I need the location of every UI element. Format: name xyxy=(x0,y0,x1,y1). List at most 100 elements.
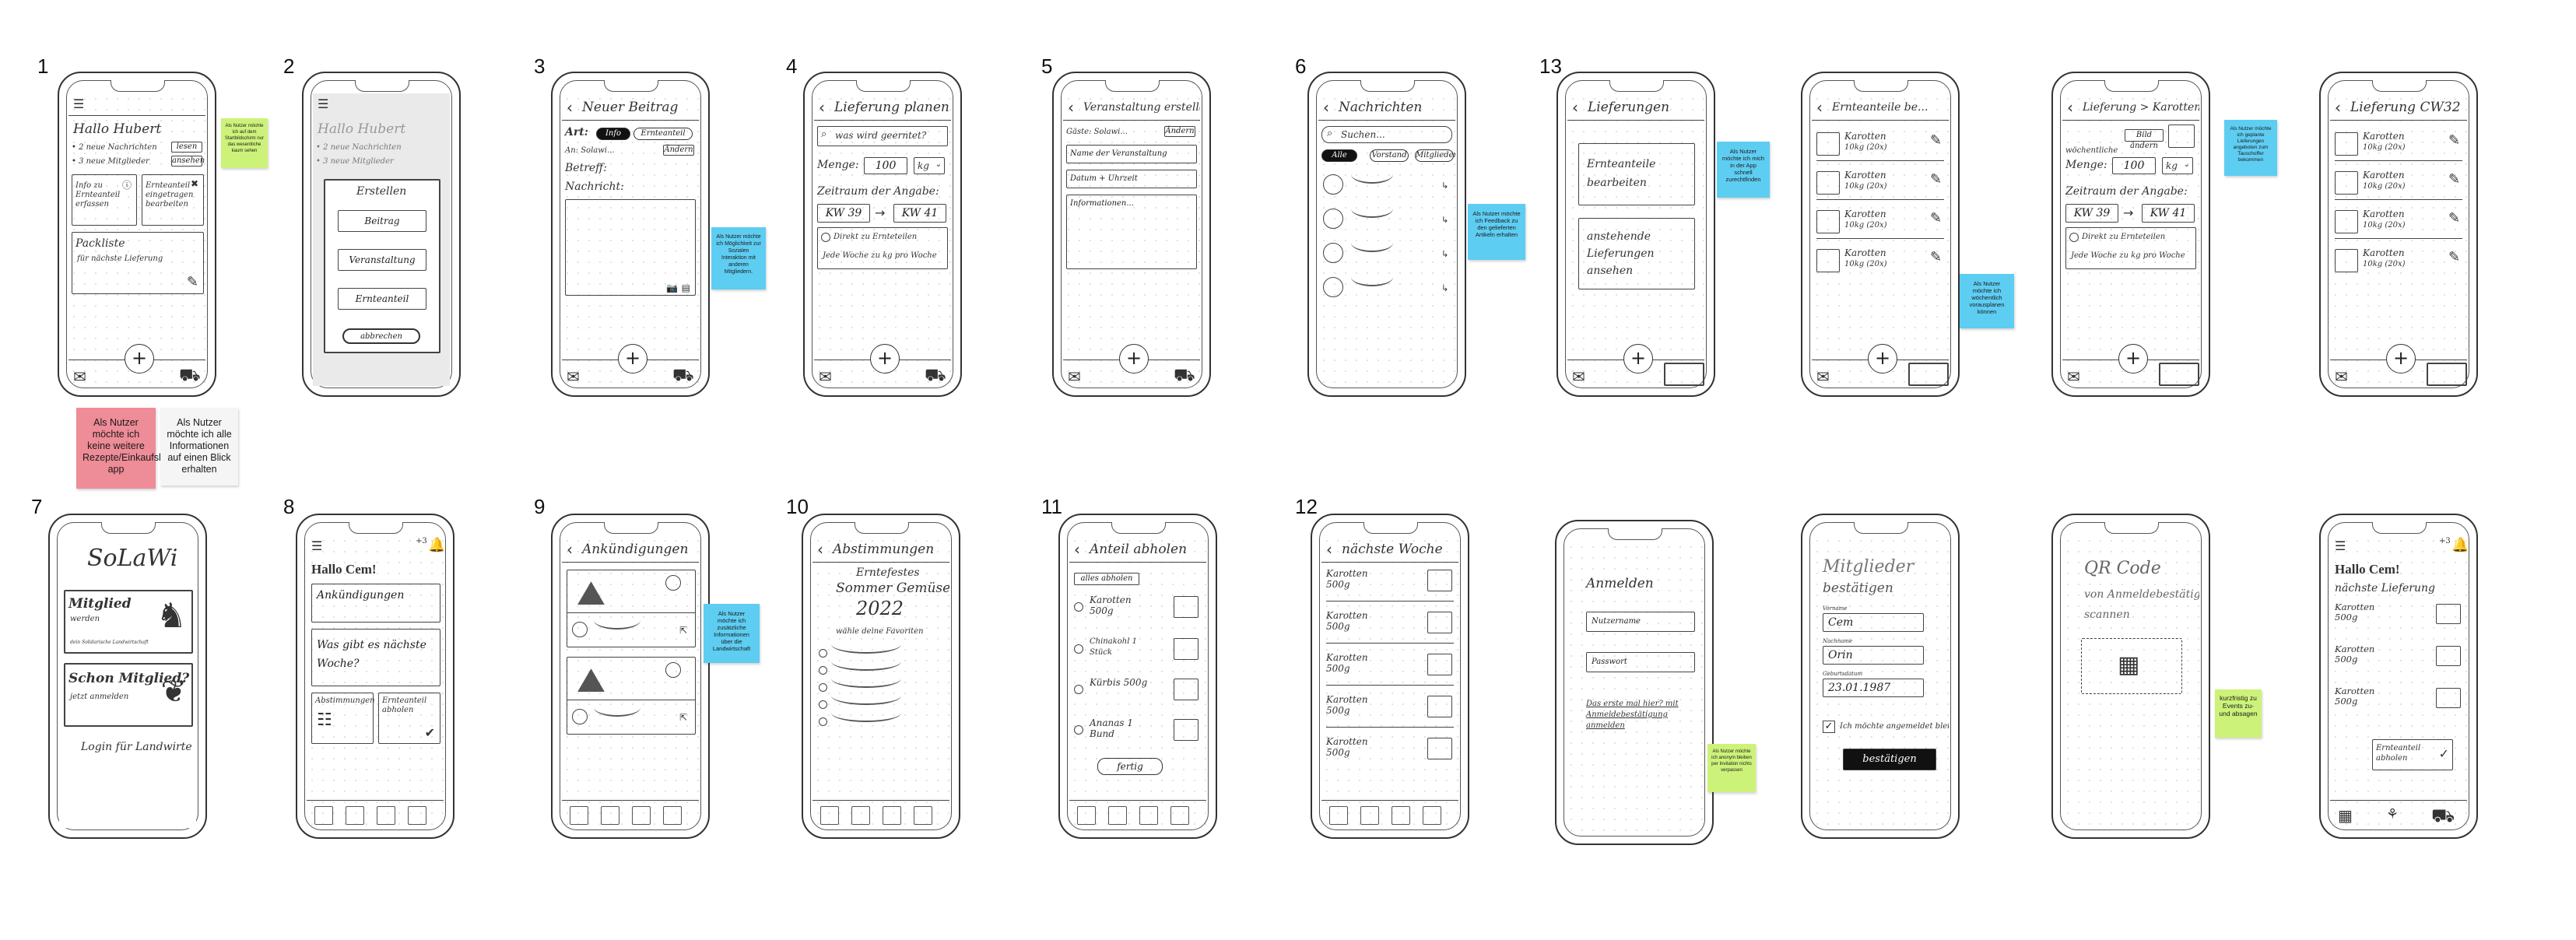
edit-icon[interactable]: ✎ xyxy=(2448,132,2460,149)
create-button[interactable]: + xyxy=(2118,344,2148,374)
farmer-login-link[interactable]: Login für Landwirte xyxy=(81,741,192,753)
pickup-share-card[interactable]: Ernteanteil abholen ✔ xyxy=(378,693,440,744)
back-arrow-icon[interactable]: ‹ xyxy=(817,540,823,559)
reply-icon[interactable]: ↳ xyxy=(1441,215,1448,225)
create-button[interactable]: + xyxy=(618,344,648,374)
vote-option-radio[interactable] xyxy=(819,700,827,709)
harvest-search-input[interactable]: ⌕ was wird geerntet? xyxy=(817,126,948,146)
change-recipients-button[interactable]: Ändern xyxy=(663,145,694,156)
list-item[interactable] xyxy=(1351,174,1393,184)
back-arrow-icon[interactable]: ‹ xyxy=(2067,98,2073,117)
truck-icon[interactable] xyxy=(1664,363,1704,386)
mail-icon[interactable]: ✉ xyxy=(1816,367,1830,386)
bell-icon[interactable]: 🔔 xyxy=(428,537,444,553)
mail-icon[interactable]: ✉ xyxy=(1572,367,1585,386)
vote-option-radio[interactable] xyxy=(819,717,827,726)
chip-harvest-share[interactable]: Ernteanteil xyxy=(633,128,693,140)
event-name-input[interactable]: Name der Veranstaltung xyxy=(1066,145,1197,163)
password-input[interactable]: Passwort xyxy=(1586,652,1695,672)
radio-option[interactable] xyxy=(821,233,830,242)
tab-slot[interactable] xyxy=(851,806,870,825)
announcement-card[interactable]: ⛰ ⇱ xyxy=(567,570,696,647)
read-messages-button[interactable]: lesen xyxy=(171,142,202,153)
week-to-input[interactable]: KW 41 xyxy=(893,204,946,223)
message-search-input[interactable]: ⌕ Suchen... xyxy=(1321,126,1452,143)
tab-slot[interactable] xyxy=(1329,806,1348,825)
announcements-card[interactable]: Ankündigungen xyxy=(311,584,440,623)
tab-all[interactable]: Alle xyxy=(1321,149,1357,162)
create-button[interactable]: + xyxy=(125,344,154,374)
tab-slot[interactable] xyxy=(570,806,588,825)
back-arrow-icon[interactable]: ‹ xyxy=(1816,98,1823,117)
back-arrow-icon[interactable]: ‹ xyxy=(567,540,573,559)
cancel-button[interactable]: abbrechen xyxy=(342,328,420,344)
tab-slot[interactable] xyxy=(1108,806,1127,825)
vote-option-radio[interactable] xyxy=(819,683,827,692)
login-member-card[interactable]: Schon Mitglied? jetzt anmelden ❦ xyxy=(64,663,193,727)
truck-icon[interactable] xyxy=(2427,363,2467,386)
back-arrow-icon[interactable]: ‹ xyxy=(1074,540,1080,559)
message-input[interactable]: 📷 ▤ xyxy=(565,199,696,296)
reply-icon[interactable]: ↳ xyxy=(1441,249,1448,259)
mail-icon[interactable]: ✉ xyxy=(567,367,580,386)
item-radio[interactable] xyxy=(1074,644,1083,654)
next-week-card[interactable]: Was gibt es nächste Woche? xyxy=(311,629,440,686)
mail-icon[interactable]: ✉ xyxy=(2067,367,2080,386)
event-info-input[interactable]: Informationen... xyxy=(1066,195,1197,269)
tab-slot[interactable] xyxy=(408,806,426,825)
edit-harvest-shares-card[interactable]: Ernteanteile bearbeiten xyxy=(1578,143,1695,205)
bell-icon[interactable]: 🔔 xyxy=(2451,537,2467,553)
tab-slot[interactable] xyxy=(601,806,619,825)
firstname-field[interactable]: Cem xyxy=(1823,613,1924,632)
pickup-all-button[interactable]: alles abholen xyxy=(1074,573,1139,585)
back-arrow-icon[interactable]: ‹ xyxy=(1572,98,1578,117)
camera-icon[interactable]: 📷 xyxy=(666,282,678,293)
mail-icon[interactable]: ✉ xyxy=(73,367,86,386)
list-item[interactable] xyxy=(1351,209,1393,218)
week-from-input[interactable]: KW 39 xyxy=(2065,204,2118,223)
tab-slot[interactable] xyxy=(1360,806,1379,825)
create-button[interactable]: + xyxy=(870,344,900,374)
back-arrow-icon[interactable]: ‹ xyxy=(1068,98,1074,117)
tab-slot[interactable] xyxy=(914,806,932,825)
truck-icon[interactable]: ⛟ xyxy=(179,366,201,386)
upcoming-deliveries-card[interactable]: anstehende Lieferungen ansehen xyxy=(1578,218,1695,289)
week-from-input[interactable]: KW 39 xyxy=(817,204,870,223)
edit-icon[interactable]: ✎ xyxy=(1930,210,1942,226)
open-icon[interactable]: ⇱ xyxy=(679,625,687,636)
stay-logged-in-checkbox[interactable]: ✓ xyxy=(1823,721,1835,733)
edit-icon[interactable]: ✎ xyxy=(2448,171,2460,188)
tab-slot[interactable] xyxy=(1077,806,1096,825)
close-icon[interactable]: ✖ xyxy=(191,178,198,189)
vote-option-radio[interactable] xyxy=(819,649,827,658)
item-radio[interactable] xyxy=(1074,602,1083,612)
event-datetime-input[interactable]: Datum + Uhrzeit xyxy=(1066,170,1197,188)
item-radio[interactable] xyxy=(1074,725,1083,735)
announcement-card[interactable]: ⛰ ⇱ xyxy=(567,657,696,735)
truck-icon[interactable] xyxy=(1908,363,1949,386)
edit-icon[interactable]: ✎ xyxy=(1930,249,1942,265)
first-time-link[interactable]: Das erste mal hier? mit Anmeldebestätigu… xyxy=(1586,699,1703,731)
back-arrow-icon[interactable]: ‹ xyxy=(567,98,573,117)
change-guests-button[interactable]: Ändern xyxy=(1164,126,1195,137)
hamburger-menu-icon[interactable]: ☰ xyxy=(73,96,84,111)
back-arrow-icon[interactable]: ‹ xyxy=(1323,98,1329,117)
tab-slot[interactable] xyxy=(663,806,682,825)
confirm-button[interactable]: bestätigen xyxy=(1843,749,1936,770)
create-button[interactable]: + xyxy=(2386,344,2416,374)
lastname-field[interactable]: Orin xyxy=(1823,646,1924,665)
week-to-input[interactable]: KW 41 xyxy=(2142,204,2195,223)
tab-slot[interactable] xyxy=(1139,806,1158,825)
edit-icon[interactable]: ✎ xyxy=(1930,171,1942,188)
create-harvest-share-button[interactable]: Ernteanteil xyxy=(338,288,426,310)
tab-slot[interactable] xyxy=(1423,806,1441,825)
attach-icon[interactable]: ▤ xyxy=(682,282,690,293)
back-arrow-icon[interactable]: ‹ xyxy=(1326,540,1332,559)
edit-icon[interactable]: ✎ xyxy=(2448,210,2460,226)
back-arrow-icon[interactable]: ‹ xyxy=(819,98,825,117)
change-image-button[interactable]: Bild ändern xyxy=(2125,129,2164,150)
pickup-share-button[interactable]: Ernteanteil abholen ✓ xyxy=(2372,739,2453,770)
votes-card[interactable]: Abstimmungen ☷ xyxy=(311,693,375,744)
create-button[interactable]: + xyxy=(1623,344,1653,374)
truck-icon[interactable]: ⛟ xyxy=(1174,366,1195,386)
